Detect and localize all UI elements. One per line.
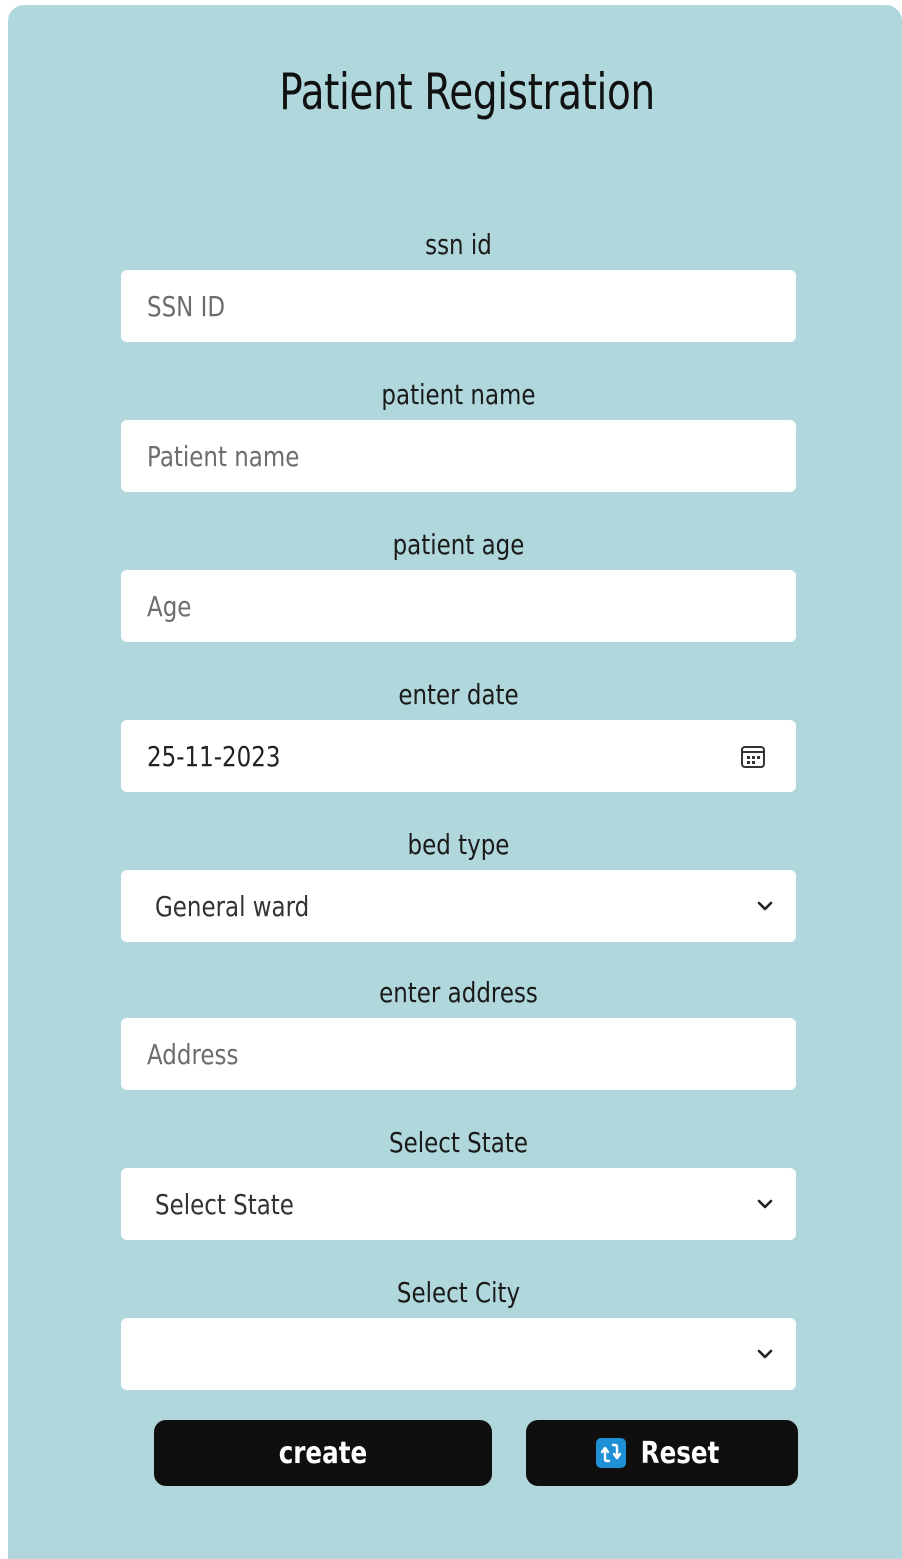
bed-type-selected: General ward [155, 889, 310, 923]
patient-age-placeholder: Age [147, 589, 192, 623]
city-label: Select City [396, 1276, 521, 1309]
bed-type-select[interactable]: General ward [121, 870, 796, 942]
date-value: 25-11-2023 [147, 739, 281, 773]
calendar-icon[interactable] [740, 743, 766, 769]
reset-button[interactable]: Reset [526, 1420, 798, 1486]
page-title: Patient Registration [279, 63, 655, 121]
patient-name-placeholder: Patient name [147, 439, 300, 473]
create-button[interactable]: create [154, 1420, 492, 1486]
address-input[interactable]: Address [121, 1018, 796, 1090]
ssn-input[interactable]: SSN ID [121, 270, 796, 342]
chevron-down-icon [757, 901, 773, 911]
patient-age-label: patient age [392, 528, 525, 561]
reset-button-label: Reset [640, 1435, 720, 1471]
chevron-down-icon [757, 1349, 773, 1359]
patient-name-label: patient name [381, 378, 536, 411]
bed-type-label: bed type [407, 828, 510, 861]
state-label: Select State [389, 1126, 528, 1159]
date-label: enter date [398, 678, 519, 711]
city-select[interactable] [121, 1318, 796, 1390]
chevron-down-icon [757, 1199, 773, 1209]
state-select[interactable]: Select State [121, 1168, 796, 1240]
patient-name-input[interactable]: Patient name [121, 420, 796, 492]
date-input[interactable]: 25-11-2023 [121, 720, 796, 792]
create-button-label: create [278, 1435, 368, 1471]
ssn-label: ssn id [425, 228, 492, 261]
refresh-icon [596, 1438, 626, 1468]
state-selected: Select State [155, 1187, 294, 1221]
ssn-placeholder: SSN ID [147, 289, 226, 323]
address-label: enter address [379, 976, 538, 1009]
address-placeholder: Address [147, 1037, 239, 1071]
patient-age-input[interactable]: Age [121, 570, 796, 642]
